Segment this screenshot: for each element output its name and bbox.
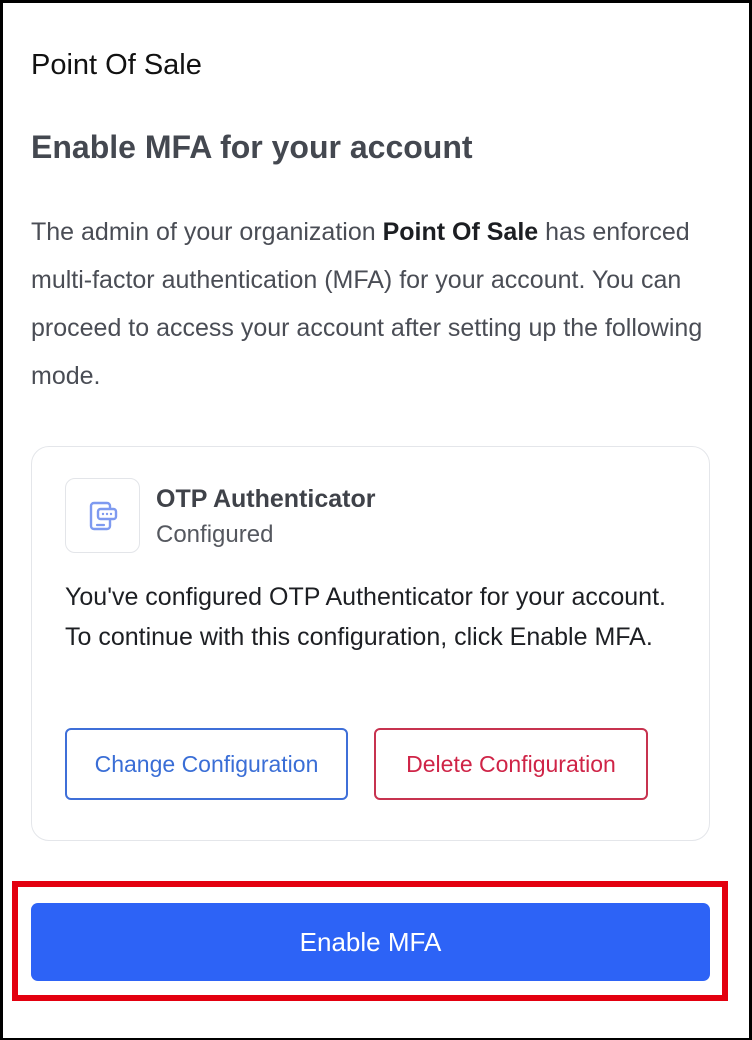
change-configuration-button[interactable]: Change Configuration [65, 728, 348, 800]
delete-configuration-button[interactable]: Delete Configuration [374, 728, 648, 800]
page-title: Enable MFA for your account [31, 129, 473, 165]
intro-text: The admin of your organization Point Of … [31, 208, 721, 400]
mode-description: You've configured OTP Authenticator for … [65, 583, 666, 651]
organization-name: Point Of Sale [31, 49, 202, 81]
mode-icon-container [65, 478, 140, 553]
intro-org-name: Point Of Sale [382, 218, 539, 246]
mfa-mode-card: OTP Authenticator Configured You've conf… [31, 446, 710, 841]
enable-mfa-button[interactable]: Enable MFA [31, 903, 710, 981]
otp-authenticator-icon [89, 501, 117, 530]
mode-status: Configured [156, 521, 274, 548]
mode-title: OTP Authenticator [156, 485, 376, 513]
intro-text-start: The admin of your organization [31, 218, 383, 246]
